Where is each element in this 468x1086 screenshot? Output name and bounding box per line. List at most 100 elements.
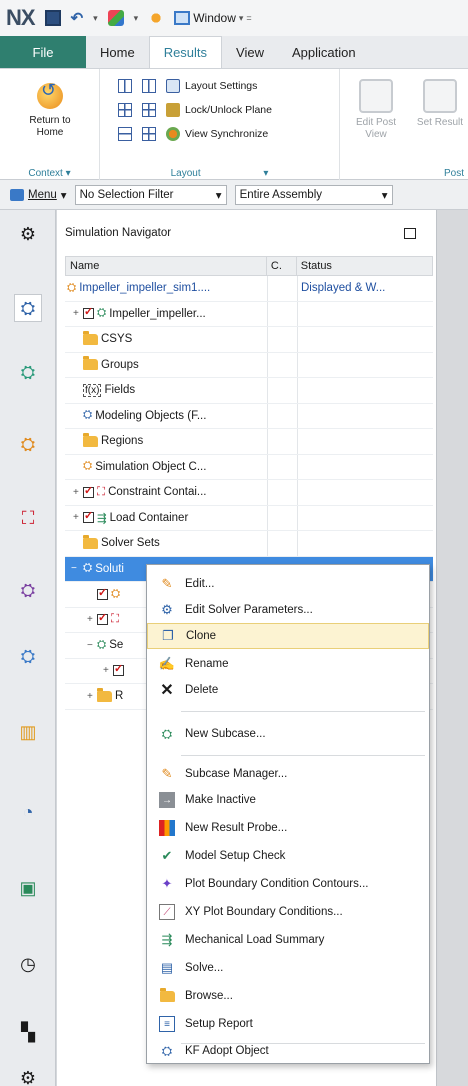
return-to-home-label: Return to Home bbox=[29, 115, 71, 138]
tools-icon[interactable] bbox=[107, 10, 124, 26]
tree-row-label: Fields bbox=[104, 384, 136, 397]
menu-button[interactable]: Menu ▾ bbox=[10, 188, 67, 202]
tab-file[interactable]: File bbox=[0, 36, 86, 68]
menu-item-rename[interactable]: ✍ Rename bbox=[147, 651, 429, 677]
tree-row-modeling-objects[interactable]: ⛭ Modeling Objects (F... bbox=[65, 403, 433, 429]
edit-post-view-button[interactable]: Edit Post View bbox=[348, 79, 404, 141]
assembly-scope-dropdown[interactable]: Entire Assembly ▾ bbox=[234, 184, 393, 205]
layout-group-label[interactable]: Layout ▾ bbox=[100, 168, 339, 179]
touch-mode-icon[interactable] bbox=[148, 10, 165, 26]
document-icon[interactable]: ▣ bbox=[14, 874, 42, 902]
checkbox-icon[interactable] bbox=[113, 662, 124, 677]
layout-four-icon[interactable] bbox=[118, 103, 132, 117]
menu-item-edit[interactable]: ✎ Edit... bbox=[147, 571, 429, 597]
layout-settings-button[interactable]: Layout Settings bbox=[166, 79, 257, 93]
history-icon[interactable]: ◷ bbox=[14, 950, 42, 978]
web-browser-icon[interactable]: ◔ bbox=[14, 798, 42, 826]
checkbox-icon[interactable] bbox=[97, 611, 108, 626]
menu-item-setup-report[interactable]: ≡ Setup Report bbox=[147, 1011, 429, 1037]
menu-item-make-inactive[interactable]: → Make Inactive bbox=[147, 787, 429, 813]
menu-item-xy-plot-bc[interactable]: ⟋ XY Plot Boundary Conditions... bbox=[147, 899, 429, 925]
result-probe-icon bbox=[159, 820, 175, 836]
layout-six-icon[interactable] bbox=[142, 103, 156, 117]
menu-item-new-result-probe[interactable]: New Result Probe... bbox=[147, 815, 429, 841]
return-to-home-button[interactable]: Return to Home bbox=[16, 79, 84, 139]
tree-row-regions[interactable]: Regions bbox=[65, 429, 433, 455]
folder-icon bbox=[83, 432, 98, 447]
tree-row-fem[interactable]: + ⛭Impeller_impeller... bbox=[65, 301, 433, 327]
simulation-navigator-icon[interactable]: ⛭ bbox=[14, 294, 42, 322]
lock-unlock-plane-button[interactable]: Lock/Unlock Plane bbox=[166, 103, 272, 117]
tree-row-simulation-object-container[interactable]: ⛭ Simulation Object C... bbox=[65, 454, 433, 480]
menu-item-browse[interactable]: Browse... bbox=[147, 983, 429, 1009]
layout-nine-icon[interactable] bbox=[142, 127, 156, 141]
lock-plane-icon bbox=[166, 103, 180, 117]
layout-two-vertical-icon[interactable] bbox=[142, 79, 156, 93]
tree-row-sim-file[interactable]: ⛭ Impeller_impeller_sim1.... Displayed & … bbox=[65, 276, 433, 302]
tree-row-constraint-container[interactable]: + ⛶Constraint Contai... bbox=[65, 480, 433, 506]
layout-single-icon[interactable] bbox=[118, 79, 132, 93]
undo-icon[interactable]: ↶ bbox=[71, 9, 84, 27]
menu-item-new-subcase[interactable]: ⛭ New Subcase... bbox=[147, 721, 429, 747]
maximize-icon[interactable] bbox=[404, 227, 416, 239]
menu-item-clone[interactable]: ❐ Clone bbox=[147, 623, 429, 649]
checkbox-icon[interactable] bbox=[97, 586, 108, 600]
menu-separator bbox=[181, 711, 425, 712]
customize-icon[interactable]: = bbox=[246, 13, 251, 23]
tree-row-load-container[interactable]: + ⇶Load Container bbox=[65, 505, 433, 531]
tab-home[interactable]: Home bbox=[86, 36, 149, 68]
constraint-icon: ⛶ bbox=[111, 613, 120, 626]
column-header-name[interactable]: Name bbox=[66, 257, 267, 275]
part-navigator-icon[interactable]: ⛭ bbox=[14, 576, 42, 604]
graphics-window-edge bbox=[436, 210, 468, 1086]
tree-row-solver-sets[interactable]: Solver Sets bbox=[65, 531, 433, 557]
layout-two-horizontal-icon[interactable] bbox=[118, 127, 132, 141]
simulation-file-view-icon[interactable]: ⛭ bbox=[14, 358, 42, 386]
tab-application[interactable]: Application bbox=[278, 36, 370, 68]
reuse-library-icon[interactable]: ⛭ bbox=[14, 642, 42, 670]
checkbox-icon[interactable] bbox=[83, 509, 94, 524]
post-group-label: Post bbox=[443, 168, 464, 179]
delete-icon: ✕ bbox=[160, 682, 174, 699]
menu-item-delete[interactable]: ✕ Delete bbox=[147, 677, 429, 703]
constraint-navigator-icon[interactable]: ⛶ bbox=[14, 504, 42, 532]
menu-item-plot-bc-contours[interactable]: ✦ Plot Boundary Condition Contours... bbox=[147, 871, 429, 897]
column-header-status[interactable]: Status bbox=[297, 257, 432, 275]
menu-item-mechanical-load-summary[interactable]: ⇶ Mechanical Load Summary bbox=[147, 927, 429, 953]
assembly-navigator-icon[interactable]: ⛭ bbox=[14, 430, 42, 458]
menu-item-model-setup-check[interactable]: ✔ Model Setup Check bbox=[147, 843, 429, 869]
tree-row-label: Constraint Contai... bbox=[108, 486, 207, 499]
view-synchronize-button[interactable]: View Synchronize bbox=[166, 127, 268, 141]
folder-icon bbox=[97, 687, 112, 702]
settings-icon[interactable]: ⚙ bbox=[14, 220, 42, 248]
folder-icon bbox=[83, 356, 98, 371]
column-header-c[interactable]: C. bbox=[267, 257, 297, 275]
tree-row-fields[interactable]: f(x) Fields bbox=[65, 378, 433, 404]
checkbox-icon[interactable] bbox=[83, 484, 94, 498]
simulation-file-icon: ⛭ bbox=[67, 281, 77, 294]
checkbox-icon[interactable] bbox=[83, 305, 94, 320]
nx-logo: NX bbox=[6, 5, 36, 30]
tree-row-groups[interactable]: Groups bbox=[65, 352, 433, 378]
menu-item-edit-solver-parameters[interactable]: ⚙ Edit Solver Parameters... bbox=[147, 597, 429, 623]
window-menu[interactable]: Window ▾ = bbox=[174, 11, 252, 25]
tools-dropdown-icon[interactable]: ▾ bbox=[134, 13, 139, 24]
chevron-down-icon: ▾ bbox=[238, 12, 244, 23]
menu-item-subcase-manager[interactable]: ✎ Subcase Manager... bbox=[147, 761, 429, 787]
tree-row-label: Impeller_impeller... bbox=[109, 307, 206, 320]
tab-results[interactable]: Results bbox=[148, 36, 223, 68]
set-result-button[interactable]: Set Result bbox=[412, 79, 468, 129]
undo-dropdown-icon[interactable]: ▾ bbox=[93, 13, 98, 24]
selection-filter-dropdown[interactable]: No Selection Filter ▾ bbox=[74, 184, 227, 205]
save-icon[interactable] bbox=[44, 10, 61, 26]
roles-icon[interactable]: ▚ bbox=[14, 1018, 42, 1046]
library-books-icon[interactable]: ▥ bbox=[14, 718, 42, 746]
menu-item-solve[interactable]: ▤ Solve... bbox=[147, 955, 429, 981]
system-materials-icon[interactable]: ⚙ bbox=[14, 1064, 42, 1086]
menu-item-kf-adopt-object[interactable]: ⛭ KF Adopt Object bbox=[147, 1037, 429, 1065]
tree-row-label: CSYS bbox=[101, 333, 133, 346]
tree-row-csys[interactable]: CSYS bbox=[65, 327, 433, 353]
bc-contours-icon: ✦ bbox=[161, 876, 173, 891]
tab-view[interactable]: View bbox=[222, 36, 278, 68]
context-group-label[interactable]: Context ▾ bbox=[0, 168, 99, 179]
